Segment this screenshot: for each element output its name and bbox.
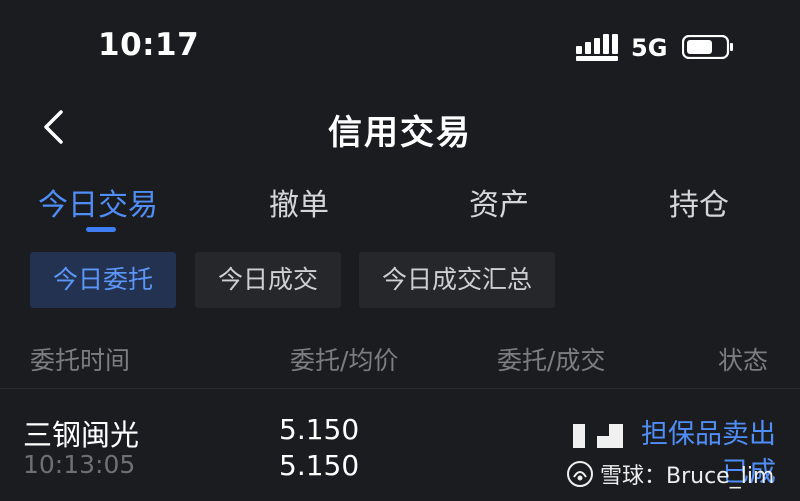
stock-name: 三钢闽光 (23, 418, 140, 452)
subtab-today-orders[interactable]: 今日委托 (30, 252, 177, 308)
main-tabs: 今日交易 撤单 资产 持仓 (0, 180, 800, 240)
column-header-qty: 委托/成交 (497, 346, 606, 375)
avg-price: 5.150 (279, 449, 360, 482)
order-time: 10:13:05 (23, 450, 136, 479)
screen: 10:17 5G 信用交易 今日交易 撤单 资产 持仓 今日委托 今日成交 今日… (0, 0, 800, 501)
page-title: 信用交易 (328, 113, 472, 153)
order-price: 5.150 (279, 413, 360, 446)
subtab-today-deals[interactable]: 今日成交 (195, 252, 342, 308)
status-time: 10:17 (98, 27, 200, 63)
signal-icon (576, 34, 618, 61)
order-type: 担保品卖出 (641, 419, 776, 450)
tab-assets[interactable]: 资产 (469, 180, 529, 224)
watermark-text: 雪球：Bruce_lim (600, 464, 775, 489)
subtab-today-deals-summary[interactable]: 今日成交汇总 (359, 252, 556, 308)
battery-icon (682, 35, 733, 59)
sub-tabs: 今日委托 今日成交 今日成交汇总 (0, 252, 800, 309)
nav-header: 信用交易 (0, 95, 800, 165)
active-tab-indicator (86, 227, 116, 232)
header-divider (0, 388, 800, 389)
watermark: 雪球：Bruce_lim (566, 459, 774, 489)
network-type: 5G (631, 34, 668, 62)
redacted-quantity (573, 424, 623, 448)
column-header-time: 委托时间 (30, 346, 131, 375)
tab-today-trade[interactable]: 今日交易 (38, 180, 158, 224)
snowball-logo-icon (567, 461, 593, 487)
tab-positions[interactable]: 持仓 (669, 180, 729, 224)
status-bar: 10:17 5G (0, 0, 800, 95)
tab-cancel-order[interactable]: 撤单 (269, 180, 329, 224)
column-header-status: 状态 (717, 346, 768, 375)
column-header-price: 委托/均价 (290, 346, 399, 375)
